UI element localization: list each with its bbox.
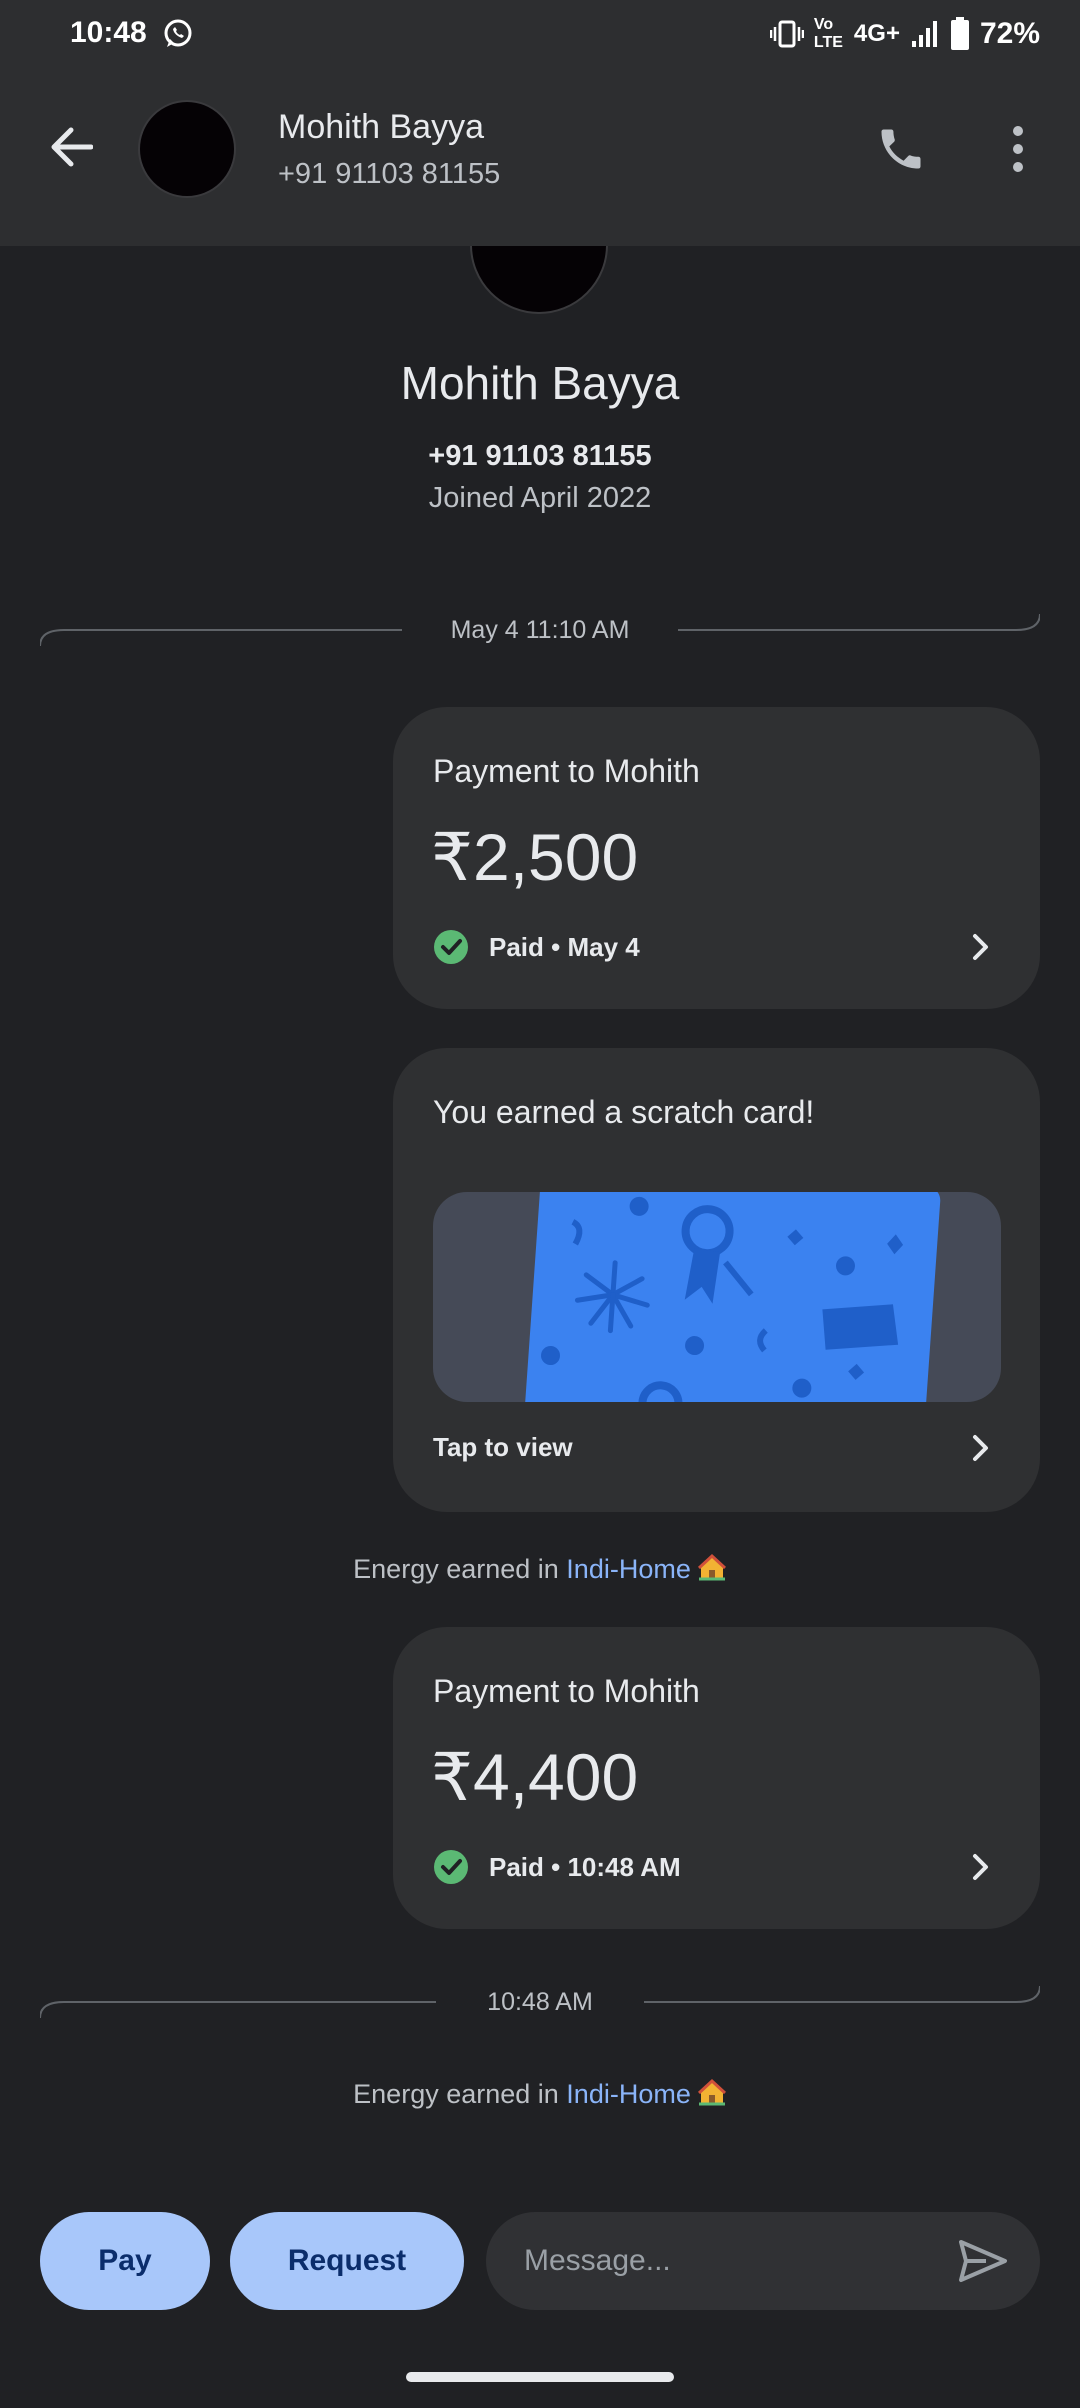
message-box bbox=[486, 2212, 1040, 2310]
phone-icon bbox=[881, 129, 921, 169]
scratch-card-action: Tap to view bbox=[433, 1432, 573, 1462]
battery-percent: 72% bbox=[979, 17, 1040, 50]
energy-info: Energy earned in Indi-Home bbox=[0, 1552, 1080, 1585]
message-input[interactable] bbox=[524, 2212, 924, 2310]
payment-amount: ₹4,400 bbox=[431, 1740, 639, 1814]
send-icon[interactable] bbox=[956, 2234, 1010, 2288]
indi-home-link[interactable]: Indi-Home bbox=[566, 1554, 691, 1584]
check-circle-icon bbox=[434, 1850, 468, 1884]
check-circle-icon bbox=[434, 930, 468, 964]
pay-button[interactable]: Pay bbox=[40, 2212, 210, 2310]
more-options-button[interactable] bbox=[988, 116, 1048, 182]
chevron-right-icon bbox=[973, 934, 988, 960]
network-label: 4G+ bbox=[853, 20, 900, 47]
profile-joined: Joined April 2022 bbox=[428, 482, 652, 514]
battery-icon bbox=[950, 17, 969, 50]
contact-phone: +91 91103 81155 bbox=[278, 158, 501, 190]
contact-name: Mohith Bayya bbox=[278, 108, 484, 146]
payment-title: Payment to Mohith bbox=[433, 1673, 700, 1709]
profile-name: Mohith Bayya bbox=[400, 357, 680, 409]
whatsapp-icon bbox=[164, 19, 192, 47]
payment-status-text: Paid • May 4 bbox=[489, 931, 640, 962]
payment-status: Paid • 10:48 AM bbox=[433, 1849, 681, 1885]
house-icon bbox=[697, 2078, 726, 2106]
date-separator-label: 10:48 AM bbox=[487, 1988, 593, 2016]
scratch-card-image bbox=[433, 1192, 1001, 1402]
energy-info-text: Energy earned in bbox=[353, 2079, 567, 2109]
scratch-card-illustration bbox=[523, 1192, 941, 1402]
app-bar: Mohith Bayya +91 91103 81155 bbox=[0, 68, 1080, 246]
status-icons: Vo LTE 4G+ 72% bbox=[769, 14, 1040, 54]
home-indicator bbox=[406, 2372, 674, 2382]
payment-status-text: Paid • 10:48 AM bbox=[489, 1851, 681, 1882]
chevron-right-icon bbox=[973, 1435, 988, 1461]
avatar[interactable] bbox=[138, 100, 236, 198]
scratch-card-tile[interactable]: You earned a scratch card! Tap to view bbox=[393, 1048, 1040, 1512]
status-bar: 10:48 Vo LTE 4G+ 72% bbox=[0, 0, 1080, 68]
request-button[interactable]: Request bbox=[230, 2212, 464, 2310]
signal-icon bbox=[911, 21, 937, 47]
date-separator-label: May 4 11:10 AM bbox=[450, 616, 630, 644]
payment-amount: ₹2,500 bbox=[431, 820, 639, 894]
volte-label: Vo LTE bbox=[813, 16, 843, 51]
house-icon bbox=[697, 1553, 726, 1581]
profile-phone: +91 91103 81155 bbox=[428, 440, 652, 472]
more-vert-icon bbox=[1013, 126, 1023, 172]
status-time: 10:48 bbox=[70, 16, 147, 49]
back-button[interactable] bbox=[38, 114, 104, 180]
payment-status: Paid • May 4 bbox=[433, 929, 640, 965]
payment-card[interactable]: Payment to Mohith ₹4,400 Paid • 10:48 AM bbox=[393, 1627, 1040, 1929]
chevron-right-icon bbox=[973, 1854, 988, 1880]
scratch-card-title: You earned a scratch card! bbox=[433, 1094, 815, 1130]
arrow-back-icon bbox=[51, 127, 93, 167]
energy-info-text: Energy earned in bbox=[353, 1554, 567, 1584]
call-button[interactable] bbox=[868, 116, 934, 182]
payment-title: Payment to Mohith bbox=[433, 753, 700, 789]
energy-info: Energy earned in Indi-Home bbox=[0, 2077, 1080, 2110]
payment-card[interactable]: Payment to Mohith ₹2,500 Paid • May 4 bbox=[393, 707, 1040, 1009]
indi-home-link[interactable]: Indi-Home bbox=[566, 2079, 691, 2109]
vibrate-icon bbox=[769, 20, 804, 48]
